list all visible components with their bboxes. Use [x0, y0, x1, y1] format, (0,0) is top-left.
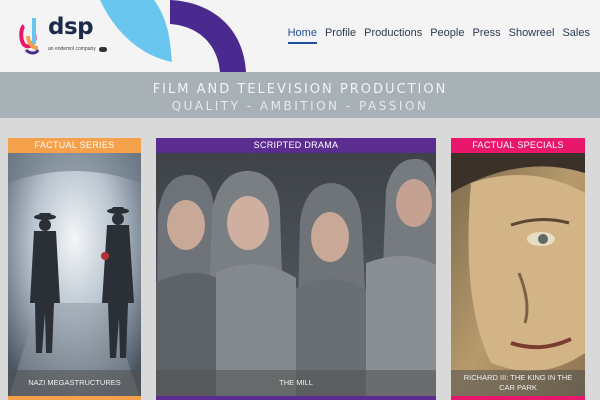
endemol-mark-icon — [98, 46, 107, 52]
nav-productions[interactable]: Productions — [364, 27, 422, 44]
nav-showreel[interactable]: Showreel — [509, 27, 555, 44]
brand-tagline-row: an endemol company — [48, 46, 107, 52]
hero-banner: FILM AND TELEVISION PRODUCTION QUALITY -… — [0, 72, 600, 118]
nav-people[interactable]: People — [430, 27, 464, 44]
card-caption: NAZI MEGASTRUCTURES — [8, 370, 141, 396]
brand-name: dsp — [48, 14, 94, 40]
card-caption: THE MILL — [156, 370, 436, 396]
card-caption: RICHARD III: THE KING IN THE CAR PARK — [451, 370, 585, 396]
card-factual-specials[interactable]: FACTUAL SPECIALS RICHARD III: THE KING I… — [451, 138, 585, 400]
nazi-megastructures-image — [8, 153, 141, 400]
nav-press[interactable]: Press — [472, 27, 500, 44]
card-category: FACTUAL SPECIALS — [451, 138, 585, 153]
card-factual-series[interactable]: FACTUAL SERIES NAZI MEGASTRUCTURES — [8, 138, 141, 400]
card-scripted-drama[interactable]: SCRIPTED DRAMA THE MILL — [156, 138, 436, 400]
card-accent-bar — [451, 396, 585, 400]
decorative-brand-shapes — [100, 0, 246, 72]
site-header: dsp an endemol company Home Profile Prod… — [0, 0, 600, 72]
the-mill-image — [156, 153, 436, 400]
banner-subtitle: QUALITY - AMBITION - PASSION — [171, 99, 429, 113]
card-accent-bar — [8, 396, 141, 400]
card-accent-bar — [156, 396, 436, 400]
main-nav: Home Profile Productions People Press Sh… — [287, 27, 590, 44]
card-category: SCRIPTED DRAMA — [156, 138, 436, 153]
banner-title: FILM AND TELEVISION PRODUCTION — [152, 82, 448, 97]
nav-sales[interactable]: Sales — [562, 27, 590, 44]
nav-profile[interactable]: Profile — [325, 27, 356, 44]
brand-tagline: an endemol company — [48, 46, 96, 52]
richard-iii-image — [451, 153, 585, 400]
card-category: FACTUAL SERIES — [8, 138, 141, 153]
nav-home[interactable]: Home — [287, 27, 317, 44]
